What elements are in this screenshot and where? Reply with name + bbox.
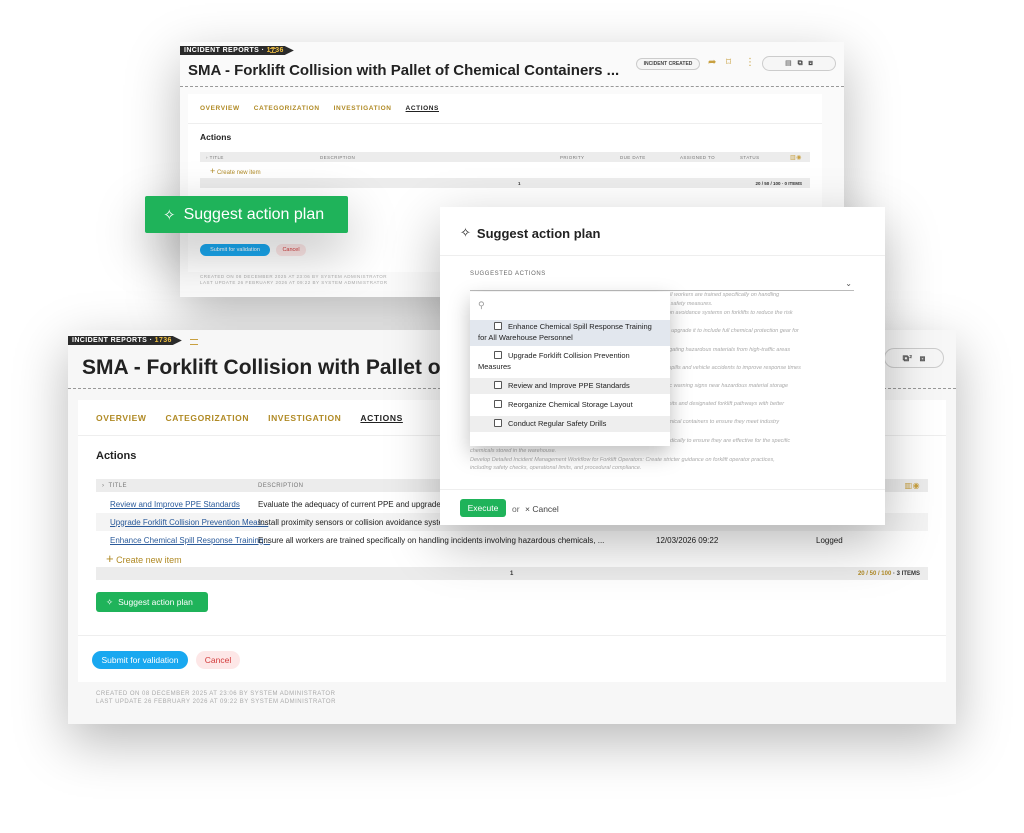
suggest-action-plan-callout[interactable]: ✧ Suggest action plan: [145, 196, 348, 233]
dropdown-option[interactable]: Upgrade Forklift Collision Prevention Me…: [470, 349, 670, 375]
table-row[interactable]: Enhance Chemical Spill Response Training…: [96, 531, 928, 549]
row-description: Ensure all workers are trained specifica…: [258, 535, 605, 545]
search-icon: ⚲: [478, 300, 485, 310]
row-due-date: 12/03/2026 09:22: [656, 535, 719, 545]
row-title[interactable]: Enhance Chemical Spill Response Training…: [110, 536, 270, 545]
tab-investigation[interactable]: INVESTIGATION: [334, 105, 392, 112]
row-status: Logged: [816, 535, 843, 545]
dropdown-option[interactable]: Review and Improve PPE Standards: [470, 378, 670, 394]
breadcrumb[interactable]: INCIDENT REPORTS · 1736: [180, 46, 294, 55]
tabs: OVERVIEW CATEGORIZATION INVESTIGATION AC…: [96, 413, 403, 423]
search-input[interactable]: [490, 298, 660, 312]
tab-investigation[interactable]: INVESTIGATION: [268, 413, 341, 423]
modal-cancel-link[interactable]: × Cancel: [525, 504, 559, 514]
column-settings-icon[interactable]: ▥◉: [790, 154, 802, 161]
cancel-button[interactable]: Cancel: [196, 651, 240, 669]
actions-dropdown: ⚲ Enhance Chemical Spill Response Traini…: [470, 292, 670, 446]
suggest-action-plan-modal: ✧ Suggest action plan SUGGESTED ACTIONS …: [440, 207, 885, 525]
pagination[interactable]: 20 / 50 / 100 · 3 ITEMS: [858, 571, 920, 577]
checkbox[interactable]: [494, 351, 502, 359]
audit-info: CREATED ON 08 DECEMBER 2025 AT 23:06 BY …: [96, 691, 336, 706]
breadcrumb[interactable]: INCIDENT REPORTS · 1736: [68, 336, 182, 345]
section-title: Actions: [96, 450, 137, 462]
suggest-action-plan-button[interactable]: ✧ Suggest action plan: [96, 592, 208, 612]
submit-button[interactable]: Submit for validation: [92, 651, 188, 669]
field-label: SUGGESTED ACTIONS: [470, 271, 546, 277]
modal-header: ✧ Suggest action plan: [460, 225, 600, 241]
share-icon[interactable]: ➦: [708, 57, 716, 68]
row-title[interactable]: Upgrade Forklift Collision Prevention Me…: [110, 518, 268, 527]
dropdown-option[interactable]: Reorganize Chemical Storage Layout: [470, 397, 670, 413]
page-title: SMA - Forklift Collision with Pallet of …: [82, 356, 442, 379]
pagination[interactable]: 20 / 50 / 100 · 0 ITEMS: [755, 181, 802, 186]
view-toggle[interactable]: ▤ ⧉ ⧈: [762, 56, 836, 71]
more-icon[interactable]: ⋮: [745, 57, 755, 68]
menu-icon[interactable]: [190, 339, 198, 345]
row-description: Install proximity sensors or collision a…: [258, 517, 461, 527]
audit-info: CREATED ON 08 DECEMBER 2025 AT 23:06 BY …: [200, 274, 388, 286]
checkbox[interactable]: [494, 322, 502, 330]
table-header: › TITLE DESCRIPTION PRIORITY DUE DATE AS…: [200, 152, 810, 162]
sparkle-icon: ✧: [460, 225, 471, 240]
execute-button[interactable]: Execute: [460, 499, 506, 517]
section-title: Actions: [200, 132, 232, 142]
table-footer: 1 20 / 50 / 100 · 0 ITEMS: [200, 178, 810, 188]
create-new-item[interactable]: + Create new item: [106, 551, 182, 566]
menu-icon[interactable]: [270, 48, 276, 53]
dropdown-option[interactable]: Enhance Chemical Spill Response Training…: [470, 320, 670, 346]
row-description: Evaluate the adequacy of current PPE and…: [258, 499, 460, 509]
table-footer: 1 20 / 50 / 100 · 3 ITEMS: [96, 567, 928, 580]
submit-button[interactable]: Submit for validation: [200, 244, 270, 256]
checkbox[interactable]: [494, 381, 502, 389]
status-badge: INCIDENT CREATED: [636, 58, 700, 70]
column-settings-icon[interactable]: ▥◉: [905, 481, 920, 490]
dropdown-option[interactable]: Conduct Regular Safety Drills: [470, 416, 670, 432]
checkbox[interactable]: [494, 400, 502, 408]
tab-actions[interactable]: ACTIONS: [406, 105, 439, 112]
view-toggle[interactable]: ⧉² ⧈: [884, 348, 944, 368]
tabs: OVERVIEW CATEGORIZATION INVESTIGATION AC…: [200, 105, 439, 112]
tab-categorization[interactable]: CATEGORIZATION: [165, 413, 249, 423]
or-text: or: [512, 504, 520, 514]
tab-overview[interactable]: OVERVIEW: [200, 105, 240, 112]
suggested-actions-select[interactable]: ⌄: [470, 279, 854, 291]
sparkle-icon: ✧: [163, 206, 176, 224]
cancel-button[interactable]: Cancel: [276, 244, 306, 256]
tab-overview[interactable]: OVERVIEW: [96, 413, 146, 423]
checkbox[interactable]: [494, 419, 502, 427]
modal-title: Suggest action plan: [476, 225, 601, 241]
sparkle-icon: ✧: [106, 596, 114, 607]
row-title[interactable]: Review and Improve PPE Standards: [110, 500, 240, 509]
page-title: SMA - Forklift Collision with Pallet of …: [188, 62, 620, 79]
chevron-down-icon: ⌄: [845, 279, 852, 288]
tab-actions[interactable]: ACTIONS: [360, 413, 402, 423]
bookmark-icon[interactable]: ⌑: [726, 57, 731, 68]
tab-categorization[interactable]: CATEGORIZATION: [254, 105, 320, 112]
create-new-item[interactable]: + Create new item: [210, 166, 261, 176]
